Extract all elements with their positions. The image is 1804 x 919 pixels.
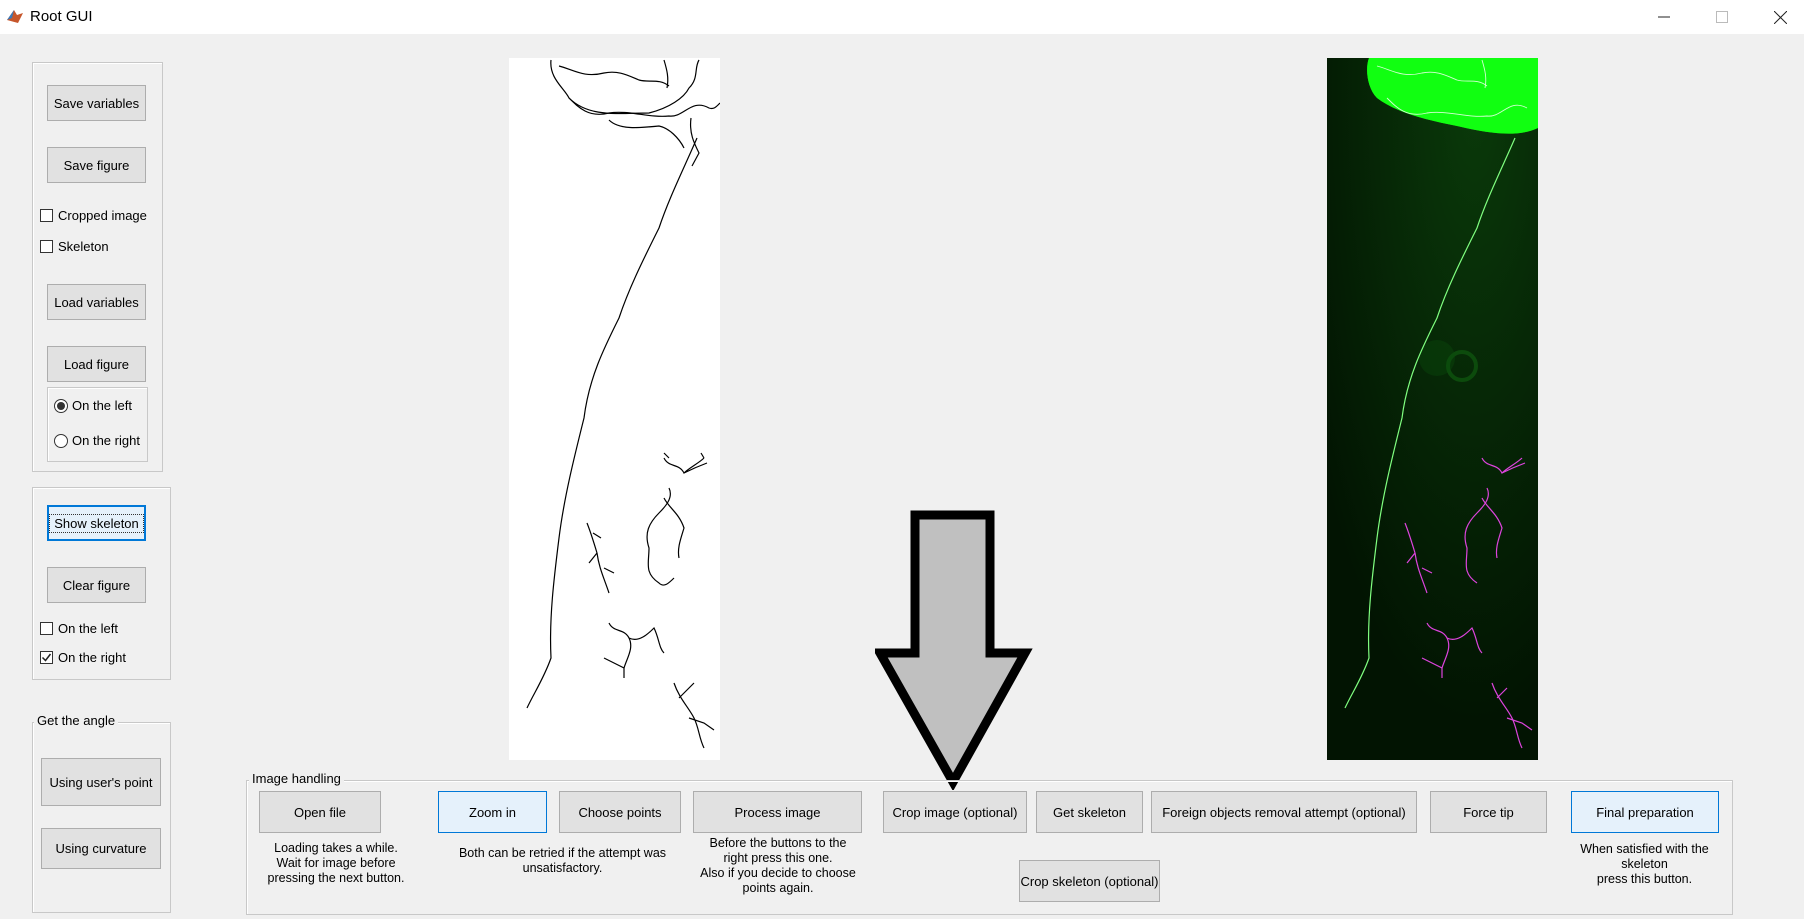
process-image-button[interactable]: Process image [693, 791, 862, 833]
checkbox-label: Skeleton [58, 239, 109, 254]
image-handling-title: Image handling [249, 772, 344, 786]
crop-skeleton-button[interactable]: Crop skeleton (optional) [1019, 860, 1160, 902]
final-preparation-note: When satisfied with the skeleton press t… [1580, 842, 1709, 886]
zoom-in-button[interactable]: Zoom in [438, 791, 547, 833]
maximize-button[interactable] [1693, 0, 1751, 34]
fluorescence-image-right [1327, 58, 1538, 760]
process-image-note: Before the buttons to the right press th… [700, 836, 856, 895]
skeleton-checkbox[interactable]: Skeleton [40, 239, 109, 254]
checkbox-box [40, 651, 53, 664]
using-users-point-button[interactable]: Using user's point [41, 758, 161, 806]
clear-figure-button[interactable]: Clear figure [47, 567, 146, 603]
open-file-button[interactable]: Open file [259, 791, 381, 833]
down-arrow-icon [875, 510, 1033, 790]
show-skeleton-button[interactable]: Show skeleton [47, 505, 146, 541]
load-variables-button[interactable]: Load variables [47, 284, 146, 320]
get-skeleton-button[interactable]: Get skeleton [1036, 791, 1143, 833]
radio-on-the-left[interactable]: On the left [54, 398, 132, 413]
open-file-note: Loading takes a while. Wait for image be… [267, 841, 405, 885]
checkbox-label: Cropped image [58, 208, 147, 223]
show-skeleton-label: Show skeleton [49, 513, 144, 533]
matlab-icon [6, 7, 24, 25]
window-title: Root GUI [30, 8, 93, 25]
close-button[interactable] [1751, 0, 1804, 34]
force-tip-button[interactable]: Force tip [1430, 791, 1547, 833]
using-curvature-button[interactable]: Using curvature [41, 828, 161, 869]
checkbox-box [40, 240, 53, 253]
crop-image-button[interactable]: Crop image (optional) [883, 791, 1027, 833]
cropped-image-checkbox[interactable]: Cropped image [40, 208, 147, 223]
checkmark-icon [41, 653, 52, 662]
load-figure-button[interactable]: Load figure [47, 346, 146, 382]
minimize-button[interactable] [1635, 0, 1693, 34]
angle-panel [32, 722, 171, 913]
skeleton-image-left [509, 58, 720, 760]
close-icon [1773, 10, 1787, 24]
angle-panel-title: Get the angle [34, 714, 119, 728]
radio-on-the-right[interactable]: On the right [54, 433, 140, 448]
retry-note: Both can be retried if the attempt was u… [458, 846, 667, 875]
checkbox-label: On the left [58, 621, 118, 636]
checkbox-box [40, 622, 53, 635]
checkbox-label: On the right [58, 650, 126, 665]
on-the-right-checkbox[interactable]: On the right [40, 650, 126, 665]
choose-points-button[interactable]: Choose points [559, 791, 681, 833]
save-variables-button[interactable]: Save variables [47, 85, 146, 121]
radio-label: On the left [72, 398, 132, 413]
radio-circle [54, 433, 68, 448]
radio-label: On the right [72, 433, 140, 448]
save-figure-button[interactable]: Save figure [47, 147, 146, 183]
checkbox-box [40, 209, 53, 222]
foreign-objects-removal-button[interactable]: Foreign objects removal attempt (optiona… [1151, 791, 1417, 833]
title-bar: Root GUI [0, 0, 1804, 34]
radio-circle [54, 398, 68, 413]
maximize-icon [1716, 11, 1728, 23]
on-the-left-checkbox[interactable]: On the left [40, 621, 118, 636]
final-preparation-button[interactable]: Final preparation [1571, 791, 1719, 833]
minimize-icon [1658, 16, 1670, 18]
